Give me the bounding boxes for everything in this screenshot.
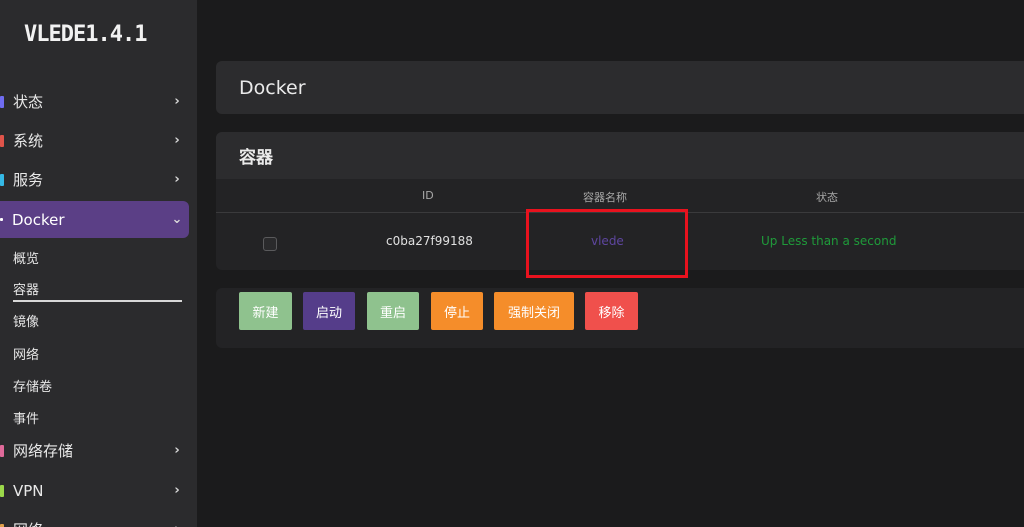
chevron-right-icon: ›	[165, 522, 189, 527]
chevron-right-icon: ›	[174, 172, 180, 187]
container-id: c0ba27f99188	[386, 234, 473, 248]
network-storage-icon	[0, 444, 4, 457]
sidebar-item-label: VPN	[13, 481, 44, 500]
brand-logo: VLEDE1.4.1	[24, 22, 147, 47]
sidebar-item-label: 系统	[13, 132, 44, 150]
start-button[interactable]: 启动	[303, 292, 355, 330]
sidebar-item-status[interactable]: 状态 ›	[0, 83, 189, 120]
container-status: Up Less than a second	[761, 234, 897, 248]
sidebar-item-label: 网络	[13, 519, 165, 527]
sidebar-item-vpn[interactable]: VPN ›	[0, 472, 189, 509]
chevron-right-icon: ›	[174, 133, 180, 148]
column-header-id: ID	[422, 189, 434, 202]
column-header-status: 状态	[816, 191, 838, 204]
docker-icon	[0, 218, 3, 221]
page-title: Docker	[216, 61, 1024, 114]
restart-button[interactable]: 重启	[367, 292, 419, 330]
chevron-down-icon: ⌄	[171, 212, 183, 227]
containers-heading: 容器	[216, 132, 1024, 179]
sidebar-item-services[interactable]: 服务 ›	[0, 161, 189, 198]
sidebar-item-network-storage[interactable]: 网络存储 ›	[0, 432, 189, 469]
chevron-right-icon: ›	[174, 443, 180, 458]
sidebar-item-docker[interactable]: Docker ⌄	[0, 201, 189, 238]
sidebar: VLEDE1.4.1 状态 › 系统 › 服务 › Docker ⌄ 概览 容器…	[0, 0, 197, 527]
sidebar-item-label: 网络存储	[13, 442, 74, 460]
action-toolbar: 新建 启动 重启 停止 强制关闭 移除	[216, 288, 1024, 348]
submenu-item-overview[interactable]: 概览	[13, 248, 39, 267]
table-header: ID 容器名称 状态	[216, 179, 1024, 213]
sidebar-item-label: Docker	[12, 210, 65, 229]
vpn-icon	[0, 484, 4, 497]
remove-button[interactable]: 移除	[585, 292, 638, 330]
chevron-right-icon: ›	[174, 94, 180, 109]
submenu-item-containers[interactable]: 容器	[13, 279, 39, 298]
submenu-item-networks[interactable]: 网络	[13, 344, 39, 363]
sidebar-item-system[interactable]: 系统 ›	[0, 122, 189, 159]
sidebar-item-label: 服务	[13, 171, 44, 189]
sidebar-item-label: 状态	[13, 93, 44, 111]
force-stop-button[interactable]: 强制关闭	[494, 292, 574, 330]
active-submenu-underline	[13, 300, 182, 302]
submenu-item-images[interactable]: 镜像	[13, 311, 39, 330]
status-icon	[0, 95, 4, 108]
new-button[interactable]: 新建	[239, 292, 292, 330]
chevron-right-icon: ›	[174, 483, 180, 498]
column-header-name: 容器名称	[583, 191, 627, 204]
stop-button[interactable]: 停止	[431, 292, 483, 330]
submenu-item-events[interactable]: 事件	[13, 408, 39, 427]
submenu-item-volumes[interactable]: 存储卷	[13, 376, 52, 395]
annotation-highlight-box	[526, 209, 688, 278]
row-checkbox[interactable]	[263, 237, 277, 251]
sidebar-item-network[interactable]: 网络 ›	[0, 511, 189, 527]
network-icon	[0, 523, 4, 527]
services-icon	[0, 173, 4, 186]
system-icon	[0, 134, 4, 147]
